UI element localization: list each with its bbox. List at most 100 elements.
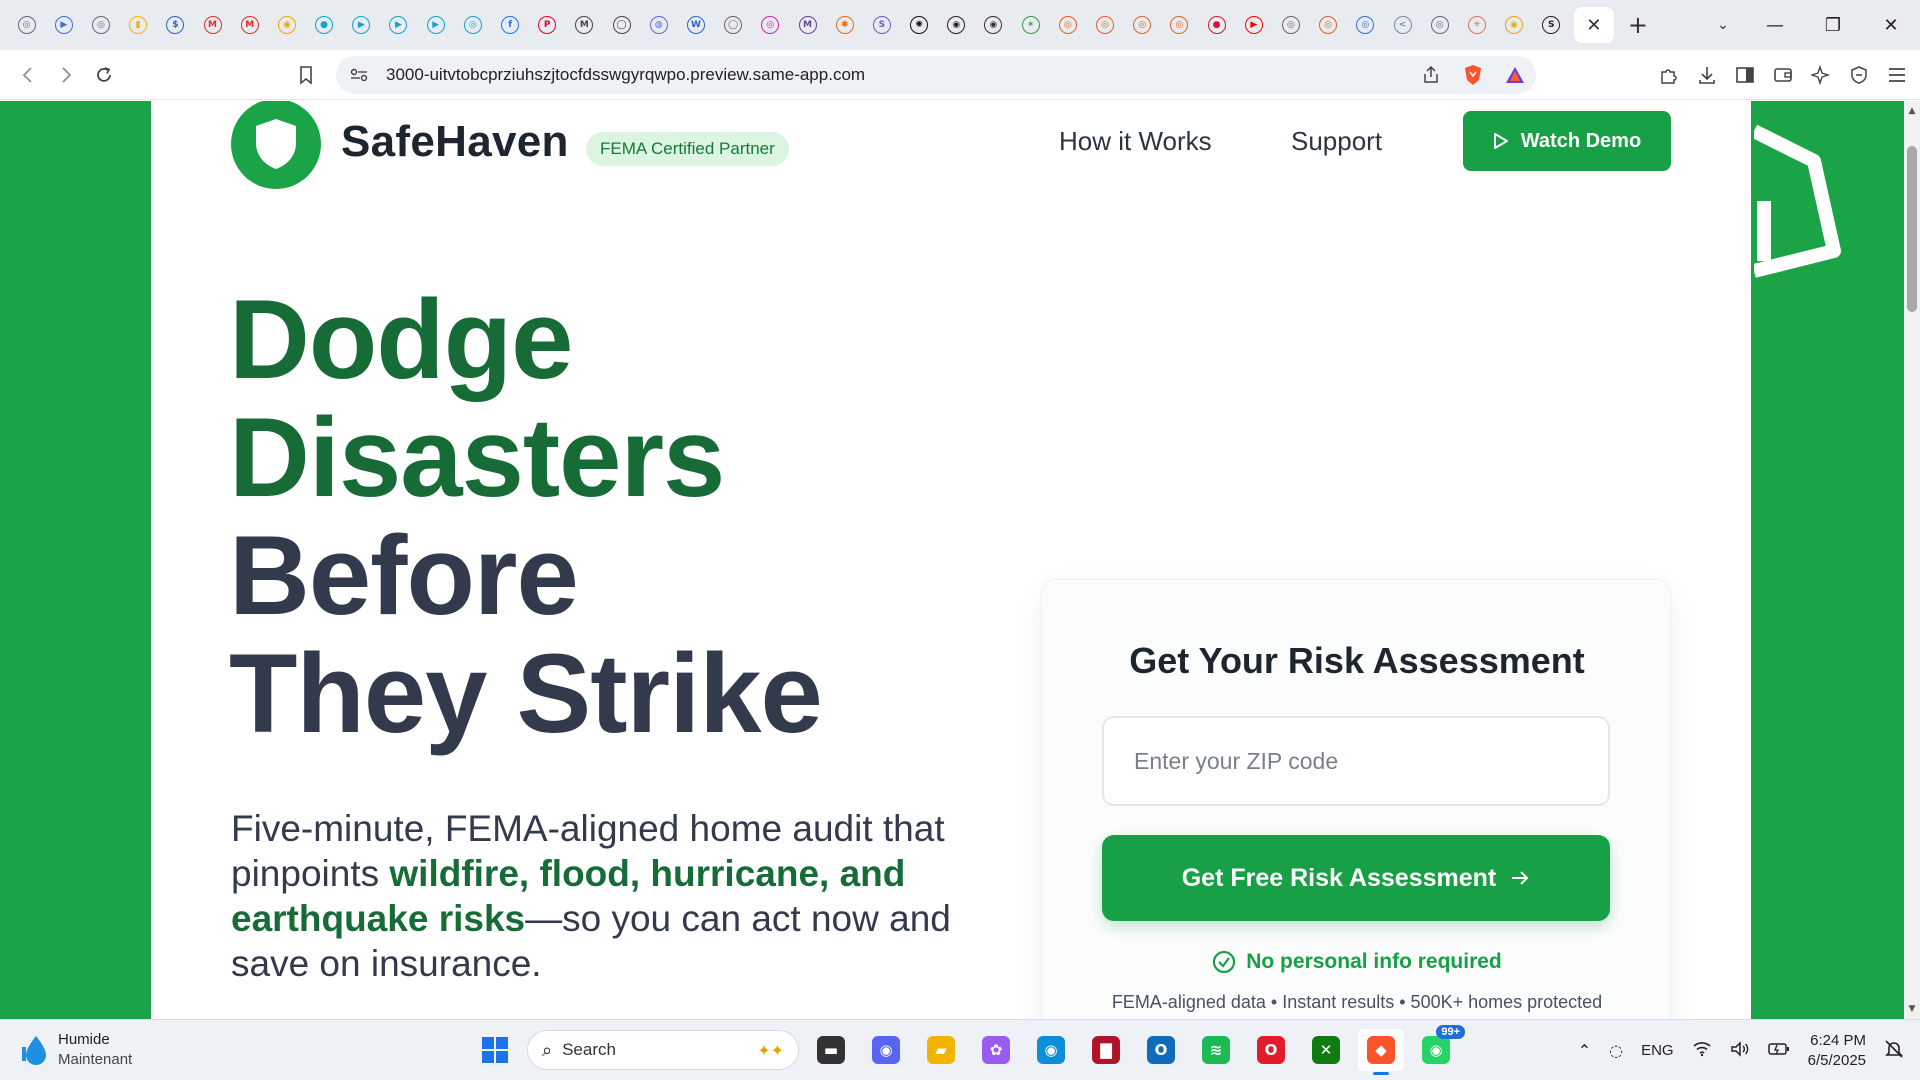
browser-tab[interactable]: ● (1198, 7, 1235, 43)
sensor-icon[interactable]: ◌ (1609, 1041, 1623, 1060)
close-window-button[interactable]: ✕ (1862, 0, 1920, 50)
browser-tab[interactable]: ▶ (343, 7, 380, 43)
browser-tab[interactable]: ◎ (1086, 7, 1123, 43)
logo[interactable] (231, 101, 321, 189)
language-indicator[interactable]: ENG (1641, 1042, 1674, 1059)
zip-code-input[interactable] (1102, 716, 1610, 806)
download-icon[interactable] (1694, 59, 1720, 91)
volume-icon[interactable] (1730, 1040, 1750, 1061)
browser-tab[interactable]: S (863, 7, 900, 43)
browser-tab[interactable]: ▮ (120, 7, 157, 43)
weather-widget[interactable]: Humide Maintenant (20, 1030, 132, 1070)
taskbar-app-copilot[interactable]: ✿ (973, 1029, 1019, 1071)
browser-tab[interactable]: ◉ (268, 7, 305, 43)
browser-tab[interactable]: ◉ (938, 7, 975, 43)
browser-tab[interactable]: ◎ (1347, 7, 1384, 43)
extensions-icon[interactable] (1656, 59, 1682, 91)
forward-button[interactable] (50, 59, 82, 91)
browser-tab[interactable]: ▶ (1235, 7, 1272, 43)
back-button[interactable] (12, 59, 44, 91)
share-icon[interactable] (1420, 64, 1442, 86)
bookmark-button[interactable] (290, 59, 322, 91)
taskbar-search[interactable]: ⌕ Search ✦✦ (527, 1030, 799, 1070)
brand-name[interactable]: SafeHaven (341, 117, 569, 167)
browser-tab[interactable]: ◎ (1049, 7, 1086, 43)
browser-tab[interactable]: M (789, 7, 826, 43)
battery-icon[interactable] (1767, 1041, 1790, 1060)
browser-tab[interactable]: M (194, 7, 231, 43)
url-text[interactable]: 3000-uitvtobcprziuhszjtocfdsswgyrqwpo.pr… (386, 65, 865, 85)
new-tab-button[interactable]: + (1620, 7, 1656, 43)
browser-tab[interactable]: ◍ (640, 7, 677, 43)
start-button[interactable] (472, 1029, 518, 1071)
browser-tab[interactable]: f (491, 7, 528, 43)
browser-tab[interactable]: ◎ (1310, 7, 1347, 43)
brave-rewards-icon[interactable] (1504, 64, 1526, 86)
browser-tab[interactable]: S (1533, 7, 1570, 43)
browser-tab[interactable]: ▶ (417, 7, 454, 43)
browser-tab[interactable]: ● (306, 7, 343, 43)
scroll-thumb[interactable] (1907, 146, 1917, 312)
get-risk-assessment-button[interactable]: Get Free Risk Assessment (1102, 835, 1610, 921)
taskbar-app-spotify[interactable]: ≋ (1193, 1029, 1239, 1071)
taskbar-app-outlook[interactable]: O (1138, 1029, 1184, 1071)
page-scrollbar[interactable]: ▲ ▼ (1904, 101, 1920, 1019)
wallet-icon[interactable] (1770, 59, 1796, 91)
watch-demo-button[interactable]: Watch Demo (1463, 111, 1671, 171)
browser-tab[interactable]: < (1384, 7, 1421, 43)
browser-tab[interactable]: M (231, 7, 268, 43)
sidebar-icon[interactable] (1732, 59, 1758, 91)
taskbar-app-app-red[interactable]: ▇ (1083, 1029, 1129, 1071)
browser-tab[interactable]: ◎ (1124, 7, 1161, 43)
reload-button[interactable] (88, 59, 120, 91)
browser-tab[interactable]: ◎ (1272, 7, 1309, 43)
browser-tab[interactable]: ◯ (715, 7, 752, 43)
nav-how-it-works[interactable]: How it Works (1059, 126, 1212, 157)
browser-tab[interactable]: ◉ (975, 7, 1012, 43)
taskbar-app-file-explorer[interactable]: ▬ (808, 1029, 854, 1071)
browser-tab[interactable]: ◉ (1496, 7, 1533, 43)
scroll-down-arrow-icon[interactable]: ▼ (1904, 1001, 1920, 1017)
browser-tab[interactable]: ◎ (1161, 7, 1198, 43)
browser-tab[interactable]: W (677, 7, 714, 43)
browser-tab[interactable]: ✱ (826, 7, 863, 43)
scroll-up-arrow-icon[interactable]: ▲ (1904, 103, 1920, 119)
brave-shield-icon[interactable] (1462, 64, 1484, 86)
browser-tab[interactable]: ◎ (1421, 7, 1458, 43)
active-tab[interactable]: ✕ (1573, 7, 1614, 43)
site-info-icon[interactable] (350, 66, 368, 84)
browser-tab[interactable]: ▶ (45, 7, 82, 43)
browser-tab[interactable]: ◎ (454, 7, 491, 43)
browser-tab[interactable]: ◎ (8, 7, 45, 43)
browser-tab[interactable]: $ (157, 7, 194, 43)
minimize-button[interactable]: — (1746, 0, 1804, 50)
taskbar-app-whatsapp[interactable]: ◉ 99+ (1413, 1025, 1465, 1071)
taskbar-app-opera[interactable]: O (1248, 1029, 1294, 1071)
tab-search-button[interactable]: ⌄ (1705, 7, 1741, 43)
maximize-button[interactable]: ❐ (1804, 0, 1862, 50)
taskbar-app-brave[interactable]: ◆ (1358, 1029, 1404, 1075)
browser-tab[interactable]: ◎ (752, 7, 789, 43)
browser-tab[interactable]: P (529, 7, 566, 43)
browser-tab[interactable]: M (566, 7, 603, 43)
clock[interactable]: 6:24 PM 6/5/2025 (1808, 1031, 1866, 1071)
taskbar-app-folder[interactable]: ▰ (918, 1029, 964, 1071)
browser-tab[interactable]: ✳ (1458, 7, 1495, 43)
browser-tab[interactable]: ✶ (1012, 7, 1049, 43)
address-bar[interactable]: 3000-uitvtobcprziuhszjtocfdsswgyrqwpo.pr… (336, 56, 1536, 94)
nav-support[interactable]: Support (1291, 126, 1382, 157)
close-tab-icon[interactable]: ✕ (1586, 15, 1601, 36)
leo-ai-icon[interactable] (1808, 59, 1834, 91)
chevron-up-icon[interactable]: ⌃ (1578, 1041, 1591, 1060)
taskbar-app-edge[interactable]: ◉ (1028, 1029, 1074, 1071)
taskbar-app-discord[interactable]: ◉ (863, 1029, 909, 1071)
vpn-shield-icon[interactable] (1846, 59, 1872, 91)
browser-tab[interactable]: ◎ (82, 7, 119, 43)
taskbar-app-xbox[interactable]: ✕ (1303, 1029, 1349, 1071)
wifi-icon[interactable] (1692, 1041, 1712, 1061)
notifications-icon[interactable] (1884, 1039, 1904, 1063)
browser-tab[interactable]: ▶ (380, 7, 417, 43)
browser-tab[interactable]: ✺ (901, 7, 938, 43)
menu-icon[interactable] (1884, 59, 1910, 91)
browser-tab[interactable]: ◯ (603, 7, 640, 43)
